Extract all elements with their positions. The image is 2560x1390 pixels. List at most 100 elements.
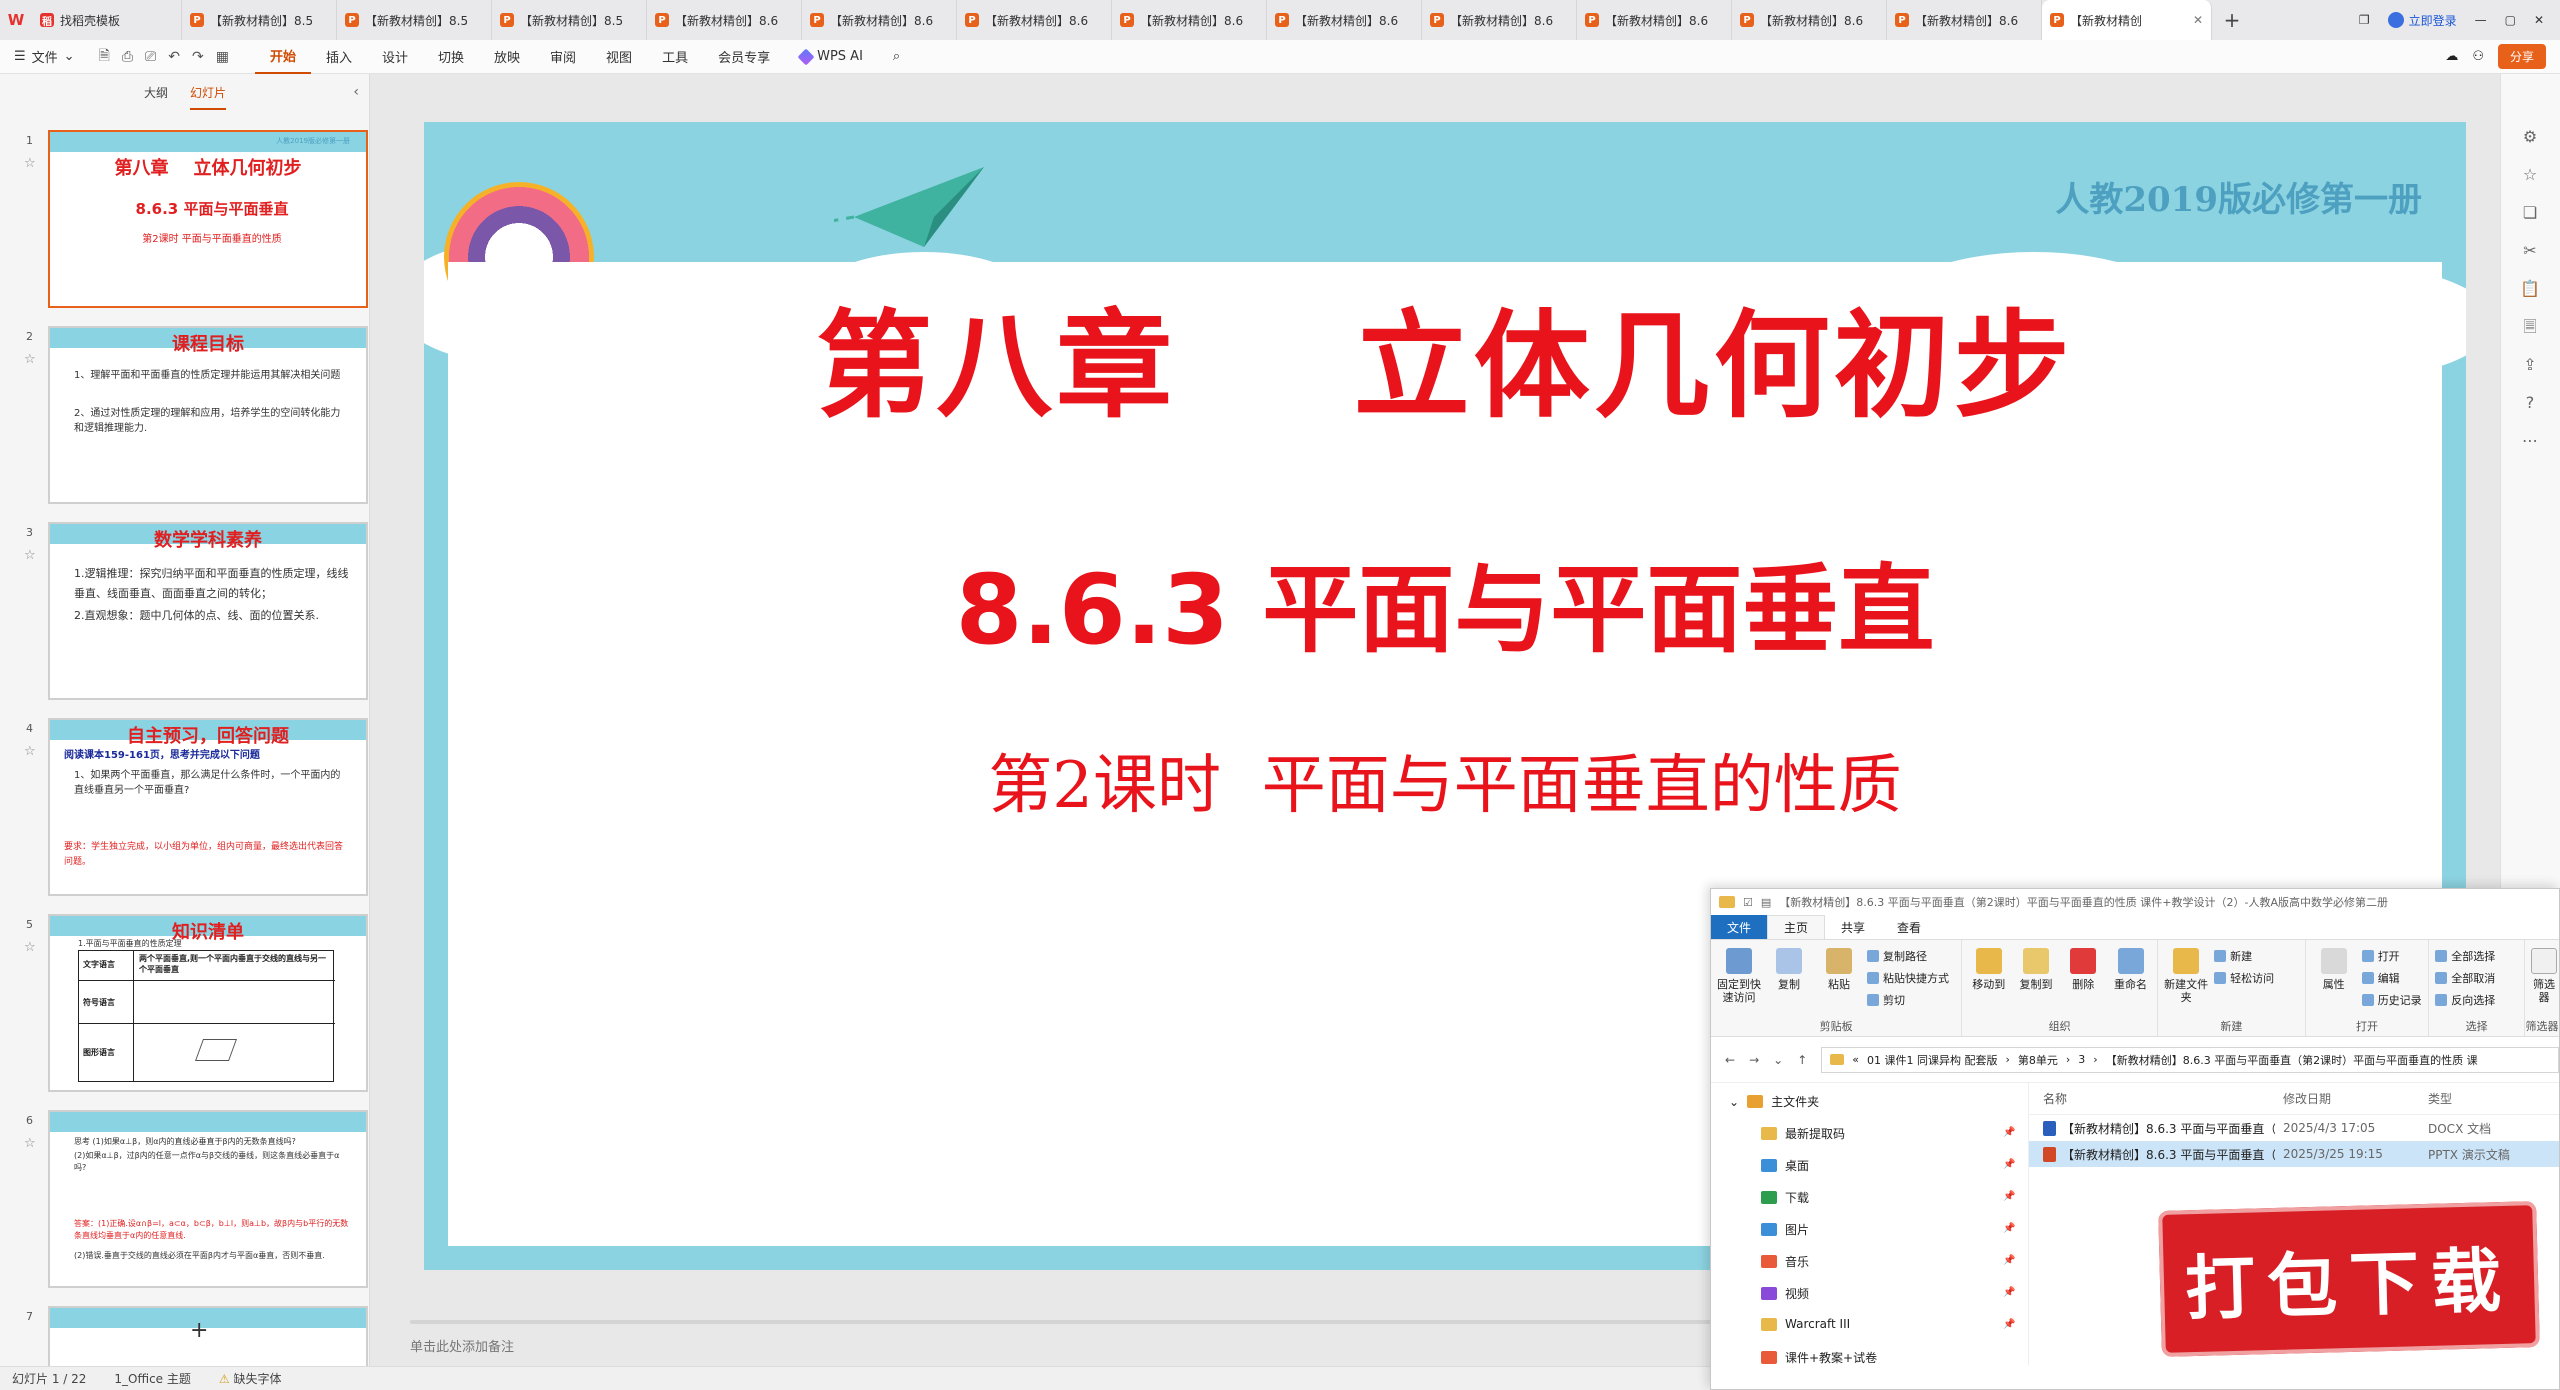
search-icon[interactable]: ⌕	[878, 40, 915, 74]
document-icon[interactable]: 🗏	[2519, 316, 2541, 338]
invert-selection-button[interactable]: 反向选择	[2435, 992, 2495, 1008]
tree-item[interactable]: 下载	[1761, 1189, 1809, 1206]
login-button[interactable]: 立即登录	[2387, 12, 2457, 29]
explorer-tab-share[interactable]: 共享	[1825, 915, 1881, 939]
star-icon[interactable]: ☆	[2519, 164, 2541, 186]
outline-view-tab[interactable]: 大纲	[144, 84, 168, 110]
tab-transitions[interactable]: 切换	[423, 40, 479, 74]
edit-button[interactable]: 编辑	[2362, 970, 2422, 986]
slide-thumbnail-3[interactable]: 数学学科素养 1.逻辑推理：探究归纳平面和平面垂直的性质定理，线线垂直、线面垂直…	[48, 522, 368, 700]
tab-active-document[interactable]: P 【新教材精创 ✕	[2042, 0, 2212, 40]
tab-doc[interactable]: P 【新教材精创】8.6	[1422, 0, 1577, 40]
tab-member[interactable]: 会员专享	[703, 40, 785, 74]
tab-docer[interactable]: 稻找稻壳模板	[32, 0, 182, 40]
tab-slideshow[interactable]: 放映	[479, 40, 535, 74]
recent-icon[interactable]: ⌄	[1773, 1053, 1783, 1067]
tab-doc[interactable]: P 【新教材精创】8.6	[1112, 0, 1267, 40]
format-painter-icon[interactable]: ▦	[216, 49, 229, 65]
tree-item[interactable]: 桌面	[1761, 1157, 1809, 1174]
pin-icon[interactable]: 📌	[2003, 1127, 2015, 1138]
undo-icon[interactable]: ↶	[168, 49, 180, 65]
horizontal-scrollbar[interactable]	[410, 1320, 1750, 1324]
file-menu-button[interactable]: ☰ 文件 ⌄	[0, 47, 89, 66]
easy-access-button[interactable]: 轻松访问	[2214, 970, 2274, 986]
column-date[interactable]: 修改日期	[2275, 1090, 2420, 1107]
tree-item[interactable]: Warcraft III	[1761, 1317, 1850, 1331]
download-package-stamp[interactable]: 打包下载	[2158, 1201, 2540, 1357]
tree-item[interactable]: 最新提取码	[1761, 1125, 1845, 1142]
column-type[interactable]: 类型	[2420, 1090, 2530, 1107]
slide-thumbnail-5[interactable]: 知识清单 1.平面与平面垂直的性质定理 文字语言 两个平面垂直,则一个平面内垂直…	[48, 914, 368, 1092]
tab-doc[interactable]: P 【新教材精创】8.6	[802, 0, 957, 40]
new-tab-button[interactable]: +	[2212, 0, 2252, 40]
breadcrumb[interactable]: 01 课件1 同课异构 配套版	[1867, 1052, 1998, 1068]
star-icon[interactable]: ☆	[24, 156, 36, 171]
pin-icon[interactable]: 📌	[2003, 1287, 2015, 1298]
star-icon[interactable]: ☆	[24, 548, 36, 563]
up-icon[interactable]: ↑	[1797, 1053, 1807, 1067]
missing-font-indicator[interactable]: ⚠ 缺失字体	[219, 1370, 282, 1387]
copy-path-button[interactable]: 复制路径	[1867, 948, 1949, 964]
cloud-sync-icon[interactable]: ☁	[2445, 49, 2458, 64]
wps-ai-button[interactable]: WPS AI	[785, 40, 878, 74]
column-name[interactable]: 名称	[2029, 1090, 2275, 1107]
paste-shortcut-button[interactable]: 粘贴快捷方式	[1867, 970, 1949, 986]
publisher-label[interactable]: 人教2019版必修第一册	[2055, 172, 2422, 221]
breadcrumb[interactable]: 3	[2078, 1053, 2085, 1066]
collapse-panel-icon[interactable]: ‹	[353, 84, 359, 100]
breadcrumb[interactable]: 第8单元	[2018, 1052, 2058, 1068]
tab-doc[interactable]: P 【新教材精创】8.5	[182, 0, 337, 40]
close-icon[interactable]: ✕	[2193, 13, 2203, 27]
tab-doc[interactable]: P 【新教材精创】8.6	[647, 0, 802, 40]
pin-icon[interactable]: 📌	[2003, 1255, 2015, 1266]
tab-list-icon[interactable]: ❐	[2359, 13, 2370, 27]
help-icon[interactable]: ?	[2519, 392, 2541, 414]
lesson-title[interactable]: 第2课时 平面与平面垂直的性质	[424, 734, 2466, 826]
explorer-tab-file[interactable]: 文件	[1711, 915, 1768, 939]
clipboard-icon[interactable]: 📋	[2519, 278, 2541, 300]
copy-icon[interactable]: ❏	[2519, 202, 2541, 224]
wps-logo-icon[interactable]: W	[0, 0, 32, 40]
print-icon[interactable]: ⎚	[145, 49, 156, 65]
slide-thumbnail-6[interactable]: 思考 (1)如果α⊥β，则α内的直线必垂直于β内的无数条直线吗? (2)如果α⊥…	[48, 1110, 368, 1288]
save-icon[interactable]: 🗎	[99, 45, 110, 69]
tab-doc[interactable]: P 【新教材精创】8.5	[337, 0, 492, 40]
minimize-icon[interactable]: —	[2475, 13, 2487, 27]
forward-icon[interactable]: →	[1749, 1053, 1759, 1067]
tab-view[interactable]: 视图	[591, 40, 647, 74]
notes-placeholder[interactable]: 单击此处添加备注	[410, 1336, 514, 1355]
cut-button[interactable]: 剪切	[1867, 992, 1949, 1008]
more-icon[interactable]: ⋯	[2519, 430, 2541, 452]
tab-doc[interactable]: P 【新教材精创】8.6	[1577, 0, 1732, 40]
tab-home[interactable]: 开始	[254, 40, 311, 74]
pin-icon[interactable]: 📌	[2003, 1223, 2015, 1234]
file-row[interactable]: 【新教材精创】8.6.3 平面与平面垂直（... 2025/4/3 17:05 …	[2029, 1115, 2559, 1141]
tree-item[interactable]: 视频	[1761, 1285, 1809, 1302]
select-none-button[interactable]: 全部取消	[2435, 970, 2495, 986]
slide-thumbnail-4[interactable]: 自主预习，回答问题 阅读课本159-161页，思考并完成以下问题 1、如果两个平…	[48, 718, 368, 896]
tab-insert[interactable]: 插入	[311, 40, 367, 74]
star-icon[interactable]: ☆	[24, 352, 36, 367]
tab-doc[interactable]: P 【新教材精创】8.6	[1887, 0, 2042, 40]
tab-tools[interactable]: 工具	[647, 40, 703, 74]
breadcrumb[interactable]: 【新教材精创】8.6.3 平面与平面垂直（第2课时）平面与平面垂直的性质 课	[2106, 1052, 2478, 1068]
select-all-button[interactable]: 全部选择	[2435, 948, 2495, 964]
tab-review[interactable]: 审阅	[535, 40, 591, 74]
tree-item[interactable]: 音乐	[1761, 1253, 1809, 1270]
add-slide-button[interactable]: +	[190, 1318, 208, 1343]
close-window-icon[interactable]: ✕	[2534, 13, 2544, 27]
theme-name[interactable]: 1_Office 主题	[114, 1370, 190, 1387]
tab-doc[interactable]: P 【新教材精创】8.6	[1267, 0, 1422, 40]
tab-doc[interactable]: P 【新教材精创】8.5	[492, 0, 647, 40]
share-button[interactable]: 分享	[2497, 44, 2546, 69]
slide-thumbnail-1[interactable]: 人教2019版必修第一册 第八章 立体几何初步 8.6.3 平面与平面垂直 第2…	[48, 130, 368, 308]
new-item-button[interactable]: 新建	[2214, 948, 2274, 964]
pin-icon[interactable]: 📌	[2003, 1191, 2015, 1202]
section-title[interactable]: 8.6.3 平面与平面垂直	[424, 532, 2466, 671]
tools-icon[interactable]: ✂	[2519, 240, 2541, 262]
check-icon[interactable]: ☑	[1743, 896, 1753, 909]
redo-icon[interactable]: ↷	[192, 49, 204, 65]
breadcrumb-overflow[interactable]: «	[1852, 1053, 1859, 1066]
open-button[interactable]: 打开	[2362, 948, 2422, 964]
tab-doc[interactable]: P 【新教材精创】8.6	[1732, 0, 1887, 40]
